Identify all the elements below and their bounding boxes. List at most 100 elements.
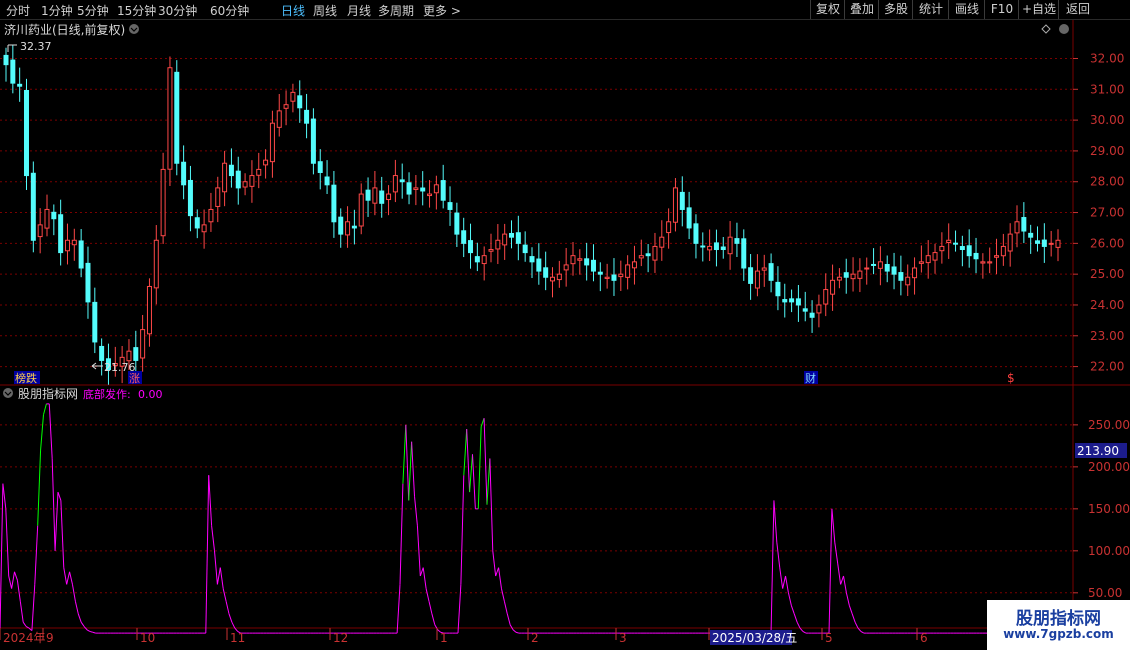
candle: [399, 179, 405, 183]
candle: [754, 270, 760, 289]
timeframe-tab-2[interactable]: 5分钟: [77, 2, 109, 19]
candle: [638, 255, 644, 259]
candle: [959, 246, 965, 251]
indicator-line-segment: [77, 613, 82, 623]
indicator-line-segment: [0, 483, 4, 631]
indicator-line-segment: [399, 483, 404, 585]
price-tick-label: 32.00: [1090, 51, 1124, 65]
candle: [51, 211, 57, 220]
candle: [918, 261, 924, 264]
toolbar-button-3[interactable]: 统计: [912, 0, 949, 19]
toolbar-button-6[interactable]: +自选: [1018, 0, 1059, 19]
candle: [973, 252, 979, 260]
candle: [215, 187, 221, 207]
candle: [549, 276, 555, 282]
candle: [386, 193, 392, 201]
candle: [30, 172, 36, 241]
indicator-line-segment: [776, 542, 781, 568]
candle: [631, 261, 637, 269]
indicator-line-segment: [492, 550, 497, 577]
indicator-line-segment: [790, 605, 795, 614]
candle: [71, 239, 77, 246]
candle: [987, 261, 993, 264]
candle: [666, 221, 672, 234]
candle: [58, 214, 64, 254]
candle: [304, 109, 310, 124]
indicator-line-segment: [828, 508, 833, 634]
candle: [782, 299, 788, 303]
toolbar-button-5[interactable]: F10: [984, 0, 1019, 19]
timeframe-tab-8[interactable]: 月线: [347, 2, 371, 19]
dropdown-icon[interactable]: [129, 24, 139, 34]
indicator-dropdown-icon[interactable]: [3, 388, 13, 398]
timeframe-tab-7[interactable]: 周线: [313, 2, 337, 19]
timeframe-tab-4[interactable]: 30分钟: [158, 2, 197, 19]
indicator-tick-label: 100.00: [1088, 544, 1130, 558]
candle: [324, 176, 330, 186]
candle: [857, 270, 863, 279]
candle: [167, 67, 173, 170]
candle: [884, 263, 890, 272]
indicator-line-segment: [857, 627, 862, 632]
indicator-line-segment: [860, 631, 865, 634]
diamond-icon[interactable]: [1041, 24, 1051, 34]
candle: [693, 223, 699, 244]
candle: [611, 274, 617, 281]
indicator-line-segment: [11, 571, 15, 589]
toolbar-button-2[interactable]: 多股: [878, 0, 913, 19]
indicator-line-segment: [782, 575, 787, 589]
indicator-line-segment: [773, 500, 778, 543]
candle: [283, 104, 289, 109]
candle: [953, 242, 959, 245]
indicator-line-segment: [40, 414, 44, 451]
settings-icon[interactable]: [1059, 24, 1069, 34]
candle: [345, 221, 351, 236]
indicator-line-segment: [211, 525, 215, 551]
candle: [761, 267, 767, 271]
indicator-line-segment: [411, 441, 416, 497]
candle: [775, 281, 781, 297]
toolbar-button-7[interactable]: 返回: [1058, 0, 1097, 19]
chart-area: 22.00 23.00 24.00 25.00 26.00 27.00 28.00 29.00…: [0, 20, 1130, 650]
timeframe-tab-0[interactable]: 分时: [6, 2, 30, 19]
toolbar-button-1[interactable]: 叠加: [844, 0, 879, 19]
indicator-line-segment: [92, 631, 96, 634]
candle: [1041, 239, 1047, 247]
candle: [160, 168, 166, 237]
candle: [720, 246, 726, 251]
indicator-name: 股朋指标网: [18, 386, 78, 401]
indicator-line-segment: [42, 403, 47, 415]
candle: [1028, 232, 1034, 238]
indicator-line-segment: [512, 629, 517, 633]
candle: [795, 298, 801, 306]
price-tick-label: 24.00: [1090, 298, 1124, 312]
indicator-line-segment: [486, 458, 491, 505]
candle: [898, 272, 904, 281]
toolbar-button-0[interactable]: 复权: [810, 0, 845, 19]
candle: [864, 267, 870, 270]
timeframe-tab-10[interactable]: 更多 >: [423, 2, 461, 19]
candle: [379, 190, 385, 204]
indicator-line-segment: [483, 418, 488, 505]
timeframe-tab-6[interactable]: 日线: [281, 2, 305, 19]
indicator-line-segment: [469, 454, 473, 493]
candle: [830, 279, 836, 295]
indicator-line-segment: [422, 567, 427, 589]
timeframe-tab-3[interactable]: 15分钟: [117, 2, 156, 19]
candle: [509, 232, 515, 238]
indicator-line-segment: [60, 500, 65, 568]
candle: [17, 83, 23, 87]
date-label: 10: [140, 631, 155, 645]
timeframe-tab-9[interactable]: 多周期: [378, 2, 414, 19]
candle: [925, 255, 931, 264]
timeframe-tab-1[interactable]: 1分钟: [41, 2, 73, 19]
indicator-line-segment: [431, 613, 436, 625]
candle: [297, 95, 303, 109]
indicator-line-segment: [787, 592, 792, 606]
toolbar-button-4[interactable]: 画线: [948, 0, 985, 19]
indicator-line-segment: [457, 584, 462, 634]
timeframe-tab-5[interactable]: 60分钟: [210, 2, 249, 19]
candle: [577, 258, 583, 261]
indicator-line-segment: [498, 567, 502, 589]
badge-s: $: [1007, 371, 1015, 385]
